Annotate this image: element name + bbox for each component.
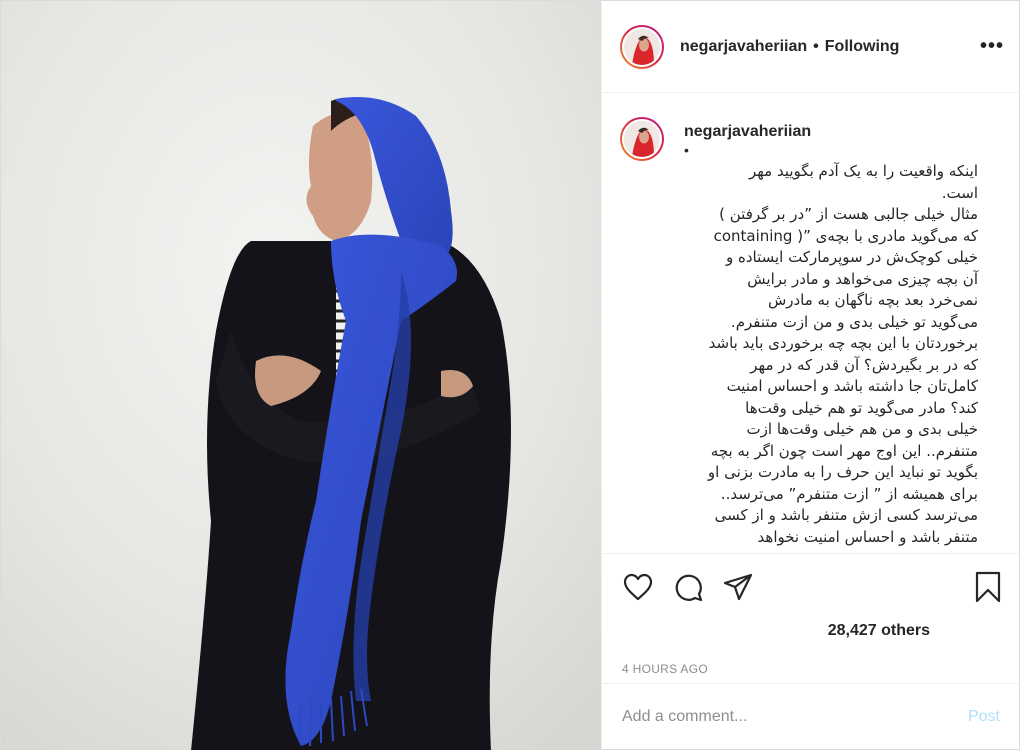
action-bar: 28,427 others 4 HOURS AGO (602, 553, 1020, 676)
paper-plane-icon[interactable] (722, 571, 754, 603)
post-photo[interactable] (1, 1, 601, 750)
caption-line: برخوردتان با این بچه چه برخوردی باید باش… (708, 334, 978, 352)
post-comment-button[interactable]: Post (968, 708, 1000, 726)
avatar-image (624, 121, 660, 157)
caption-line: خیلی بدی و من هم خیلی وقت‌ها ازت (746, 420, 978, 438)
caption-line: اینکه واقعیت را به یک آدم بگویید مهر (748, 162, 978, 180)
caption-line: بگوید تو نباید این حرف را به مادرت بزنی … (707, 463, 978, 481)
action-icons (622, 570, 1004, 604)
caption-line: کامل‌تان جا داشته باشد و احساس امنیت (726, 377, 978, 395)
caption-line: کند؟ مادر می‌گوید تو هم خیلی وقت‌ها (745, 398, 978, 417)
caption-line: خیلی کوچک‌ش در سوپرمارکت ایستاده و (725, 248, 978, 266)
caption-bullet: • (684, 142, 689, 158)
avatar[interactable] (620, 24, 664, 69)
post-side-panel: negarjavaheriian • Following ••• negarja… (601, 1, 1020, 750)
comment-input[interactable] (622, 708, 968, 726)
caption-row: negarjavaheriian • اینکه واقعیت را به یک… (602, 93, 1020, 548)
caption-avatar[interactable] (620, 117, 664, 161)
more-options-icon[interactable]: ••• (980, 35, 1004, 58)
avatar-image (624, 28, 660, 65)
caption-line: متنفر باشد و احساس امنیت نخواهد (757, 527, 978, 546)
post-container: negarjavaheriian • Following ••• negarja… (0, 0, 1020, 750)
heart-icon[interactable] (622, 571, 654, 603)
caption-line: می‌گوید تو خیلی بدی و من ازت متنفرم. (730, 312, 978, 331)
caption-line: نمی‌خرد بعد بچه ناگهان به مادرش (767, 291, 978, 309)
caption-line: برای همیشه از ” ازت متنفرم” می‌ترسد.. (720, 484, 978, 503)
caption-line: مثال خیلی جالبی هست از ”در بر گرفتن ) (719, 205, 978, 223)
add-comment-bar: Post (602, 683, 1020, 750)
caption-line: می‌ترسد کسی ازش متنفر باشد و از کسی (714, 506, 978, 524)
likes-count[interactable]: 28,427 others (622, 622, 1004, 640)
caption-line: که در بر بگیردش؟ آن قدر که در مهر (750, 355, 978, 374)
caption-line: آن بچه چیزی می‌خواهد و مادر برایش (747, 269, 978, 288)
post-timestamp[interactable]: 4 HOURS AGO (622, 662, 1004, 676)
caption-text: اینکه واقعیت را به یک آدم بگویید مهر است.… (684, 161, 978, 548)
speech-bubble-icon[interactable] (672, 571, 704, 603)
woman-in-blue-scarf-image (1, 1, 601, 750)
caption-body: negarjavaheriian • اینکه واقعیت را به یک… (684, 117, 1004, 548)
caption-line: متنفرم.. این اوج مهر است چون اگر به بچه (710, 441, 978, 460)
caption-line: که می‌گوید مادری با بچه‌ی ”( containing (713, 226, 978, 245)
header-separator: • (813, 37, 819, 55)
bookmark-icon[interactable] (972, 571, 1004, 603)
post-header: negarjavaheriian • Following ••• (602, 1, 1020, 93)
following-button[interactable]: Following (825, 38, 900, 56)
caption-line: است. (941, 183, 978, 202)
caption-username[interactable]: negarjavaheriian (684, 123, 984, 141)
comments-section[interactable]: negarjavaheriian • اینکه واقعیت را به یک… (602, 93, 1020, 553)
header-username[interactable]: negarjavaheriian (680, 38, 807, 56)
